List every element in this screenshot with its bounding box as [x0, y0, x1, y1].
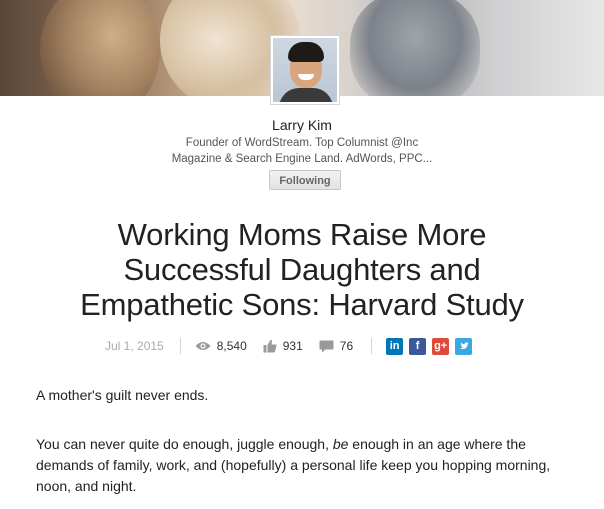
article-title-line1: Working Moms Raise More — [117, 217, 487, 252]
comments-stat[interactable]: 76 — [319, 339, 353, 353]
avatar-hair — [288, 42, 324, 62]
views-count: 8,540 — [216, 339, 247, 353]
twitter-share-icon[interactable] — [455, 337, 473, 355]
views-stat: 8,540 — [195, 339, 247, 353]
cover-photo-mother — [40, 0, 160, 96]
cover-photo-child — [350, 0, 480, 96]
eye-icon — [195, 342, 211, 350]
paragraph-2: You can never quite do enough, juggle en… — [36, 434, 576, 497]
author-avatar[interactable] — [270, 35, 340, 105]
avatar-photo — [273, 38, 337, 102]
meta-divider — [371, 338, 373, 354]
article-meta-bar: Jul 1, 2015 8,540 931 76 in f g+ — [105, 336, 478, 356]
author-headline-line2: Magazine & Search Engine Land. AdWords, … — [171, 153, 433, 165]
comment-icon — [319, 340, 334, 352]
comments-count: 76 — [339, 339, 354, 353]
author-headline-line1: Founder of WordStream. Top Columnist @In… — [185, 137, 419, 149]
meta-divider — [179, 338, 181, 354]
article-title-line3: Empathetic Sons: Harvard Study — [80, 287, 524, 322]
following-button[interactable]: Following — [269, 170, 341, 190]
article-title-line2: Successful Daughters and — [123, 252, 481, 287]
twitter-bird-icon — [459, 341, 469, 349]
facebook-share-icon[interactable]: f — [409, 337, 427, 355]
author-name[interactable]: Larry Kim — [0, 117, 604, 133]
paragraph-2-emphasis: be — [332, 436, 349, 452]
linkedin-share-icon[interactable]: in — [386, 337, 404, 355]
author-headline: Founder of WordStream. Top Columnist @In… — [170, 135, 434, 167]
publish-date: Jul 1, 2015 — [105, 339, 164, 353]
googleplus-share-icon[interactable]: g+ — [432, 337, 450, 355]
paragraph-intro: A mother's guilt never ends. — [36, 387, 209, 403]
article-title: Working Moms Raise More Successful Daugh… — [60, 217, 544, 322]
likes-stat[interactable]: 931 — [263, 339, 303, 353]
thumbs-up-icon — [263, 339, 277, 353]
paragraph-2-part1: You can never quite do enough, juggle en… — [36, 436, 333, 452]
likes-count: 931 — [282, 339, 303, 353]
share-buttons: in f g+ — [386, 337, 478, 355]
avatar-shirt — [279, 88, 333, 102]
